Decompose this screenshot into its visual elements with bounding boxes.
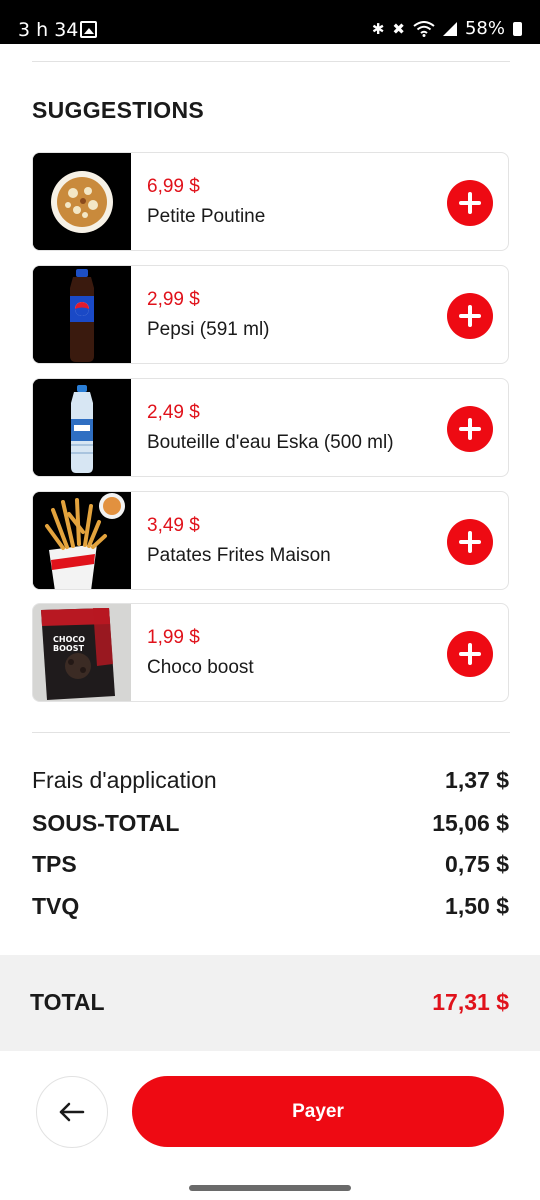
back-button[interactable] [36, 1076, 108, 1148]
svg-text:BOOST: BOOST [53, 644, 84, 653]
pepsi-bottle-image [33, 266, 131, 363]
add-button[interactable] [447, 519, 493, 565]
item-price: 1,99 $ [147, 627, 200, 648]
pay-button[interactable]: Payer [132, 1076, 504, 1147]
status-time: 3 h 34 [18, 19, 79, 41]
suggestion-card[interactable]: 2,99 $ Pepsi (591 ml) [32, 265, 509, 364]
suggestion-card[interactable]: 6,99 $ Petite Poutine [32, 152, 509, 251]
summary-label: TVQ [32, 893, 80, 919]
item-name: Petite Poutine [147, 206, 266, 227]
summary-value: 0,75 $ [445, 851, 509, 877]
summary-label: TPS [32, 851, 77, 877]
summary-row-subtotal: SOUS-TOTAL 15,06 $ [32, 810, 509, 842]
summary-row-tvq: TVQ 1,50 $ [32, 893, 509, 925]
fries-image [33, 492, 131, 589]
item-price: 2,49 $ [147, 402, 200, 423]
summary-value: 15,06 $ [432, 810, 509, 836]
bluetooth-icon: ✱ [371, 19, 385, 38]
battery-percent: 58% [464, 18, 505, 39]
total-label: TOTAL [30, 989, 105, 1015]
status-bar: 3 h 34 ✱ ✖ 58% [0, 0, 540, 44]
signal-icon [442, 21, 457, 36]
water-bottle-image [33, 379, 131, 476]
suggestion-card[interactable]: 3,49 $ Patates Frites Maison [32, 491, 509, 590]
summary-value: 1,37 $ [445, 767, 509, 793]
item-name: Pepsi (591 ml) [147, 319, 270, 340]
home-indicator[interactable] [189, 1185, 351, 1191]
suggestion-card[interactable]: CHOCO BOOST 1,99 $ Choco boost [32, 603, 509, 702]
status-icons: ✱ ✖ 58% [372, 18, 522, 39]
divider [32, 61, 510, 62]
add-button[interactable] [447, 406, 493, 452]
total-value: 17,31 $ [432, 989, 509, 1015]
battery-icon [513, 21, 522, 36]
cart-screen: SUGGESTIONS 6,99 $ Petite Poutine 2,99 $… [0, 44, 540, 1200]
summary-label: SOUS-TOTAL [32, 810, 180, 836]
item-price: 3,49 $ [147, 515, 200, 536]
add-button[interactable] [447, 180, 493, 226]
summary-row-app-fee: Frais d'application 1,37 $ [32, 767, 509, 799]
gallery-icon [80, 21, 97, 38]
wifi-icon [413, 20, 435, 37]
add-button[interactable] [447, 631, 493, 677]
suggestions-title: SUGGESTIONS [32, 97, 204, 123]
item-name: Choco boost [147, 657, 254, 678]
total-bar: TOTAL 17,31 $ [0, 955, 540, 1051]
item-price: 2,99 $ [147, 289, 200, 310]
summary-value: 1,50 $ [445, 893, 509, 919]
item-price: 6,99 $ [147, 176, 200, 197]
poutine-image [33, 153, 131, 250]
suggestion-card[interactable]: 2,49 $ Bouteille d'eau Eska (500 ml) [32, 378, 509, 477]
choco-boost-image: CHOCO BOOST [33, 604, 131, 701]
summary-label: Frais d'application [32, 767, 217, 793]
svg-text:CHOCO: CHOCO [53, 635, 85, 644]
add-button[interactable] [447, 293, 493, 339]
arrow-left-icon [59, 1102, 85, 1122]
mute-icon: ✖ [392, 19, 405, 38]
item-name: Patates Frites Maison [147, 545, 331, 566]
divider [32, 732, 510, 733]
item-name: Bouteille d'eau Eska (500 ml) [147, 432, 394, 453]
summary-row-tps: TPS 0,75 $ [32, 851, 509, 883]
